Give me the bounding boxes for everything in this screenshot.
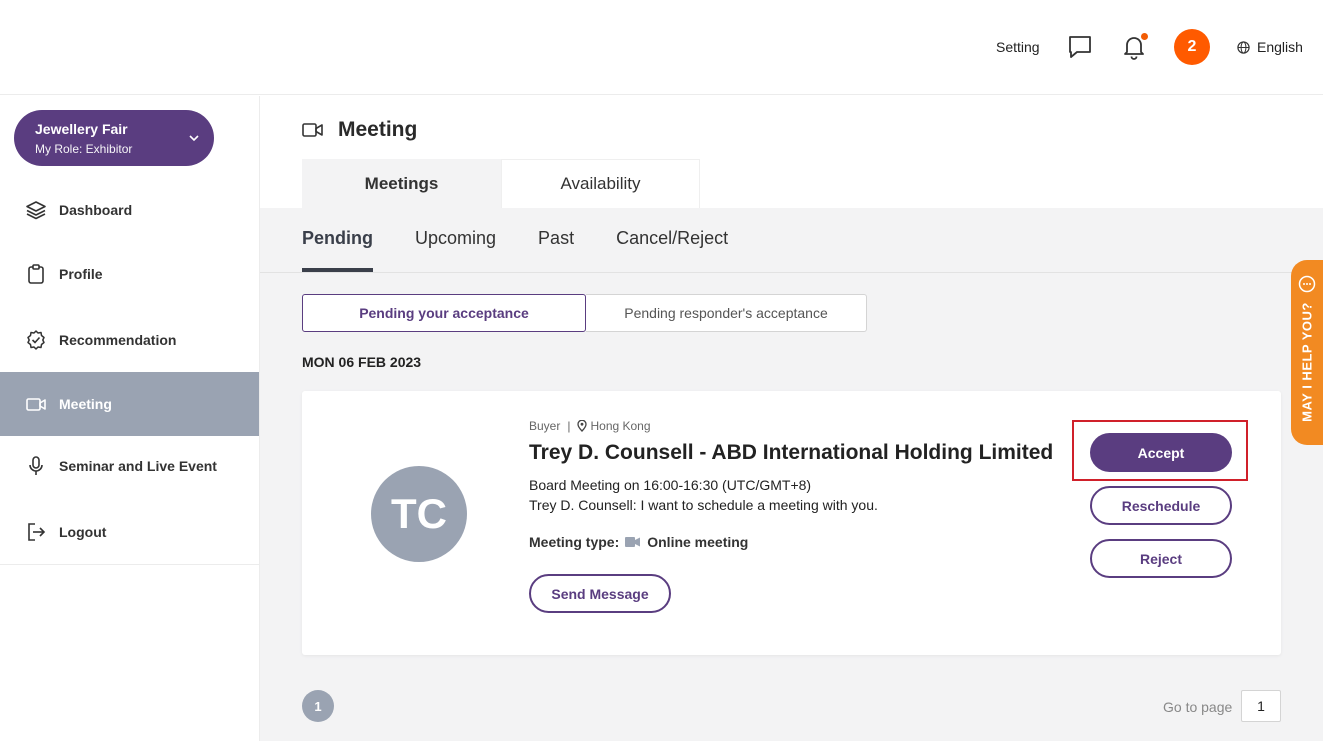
- requester-role: Buyer: [529, 419, 561, 433]
- meeting-schedule: Board Meeting on 16:00-16:30 (UTC/GMT+8): [529, 477, 812, 493]
- tab-availability[interactable]: Availability: [501, 159, 700, 208]
- tab-upcoming[interactable]: Upcoming: [415, 228, 496, 272]
- sidebar-item-label: Profile: [59, 266, 103, 282]
- sidebar-item-label: Logout: [59, 524, 107, 540]
- sidebar-item-label: Recommendation: [59, 332, 177, 348]
- globe-icon: [1237, 40, 1250, 54]
- event-name: Jewellery Fair: [35, 121, 128, 137]
- sidebar-divider: [0, 564, 259, 565]
- video-camera-icon: [302, 123, 323, 137]
- sidebar-item-meeting[interactable]: Meeting: [0, 372, 259, 436]
- video-camera-icon: [625, 537, 641, 547]
- goto-page-input[interactable]: [1241, 690, 1281, 722]
- meeting-type-value: Online meeting: [647, 534, 749, 550]
- status-tabs: Pending Upcoming Past Cancel/Reject: [302, 228, 770, 272]
- reschedule-button[interactable]: Reschedule: [1090, 486, 1232, 525]
- microphone-icon: [29, 456, 43, 475]
- top-header: Setting 2 English: [0, 0, 1323, 95]
- main-content: Meeting Meetings Availability Pending Up…: [260, 96, 1323, 741]
- tabs-divider: [260, 272, 1323, 273]
- map-pin-icon: [577, 420, 588, 432]
- send-message-button[interactable]: Send Message: [529, 574, 671, 613]
- tab-pending[interactable]: Pending: [302, 228, 373, 272]
- video-camera-icon: [26, 398, 46, 411]
- chat-bubble-icon: [1298, 275, 1316, 293]
- sidebar-item-logout[interactable]: Logout: [0, 500, 259, 564]
- pending-your-acceptance-button[interactable]: Pending your acceptance: [302, 294, 586, 332]
- help-tab-label: MAY I HELP YOU?: [1299, 302, 1315, 422]
- sidebar-item-label: Dashboard: [59, 202, 133, 218]
- notification-dot: [1141, 33, 1148, 40]
- page-title-row: Meeting: [302, 118, 417, 142]
- clipboard-icon: [28, 264, 44, 284]
- reject-button[interactable]: Reject: [1090, 539, 1232, 578]
- logout-icon: [28, 523, 46, 541]
- setting-link[interactable]: Setting: [996, 39, 1040, 55]
- sidebar: Jewellery Fair My Role: Exhibitor Dashbo…: [0, 96, 260, 741]
- requester-meta: Buyer | Hong Kong: [529, 419, 651, 433]
- accept-button[interactable]: Accept: [1090, 433, 1232, 472]
- meta-separator: |: [567, 419, 571, 433]
- sidebar-item-label: Seminar and Live Event: [59, 458, 217, 474]
- sidebar-item-label: Meeting: [59, 396, 112, 412]
- acceptance-filter: Pending your acceptance Pending responde…: [302, 294, 867, 332]
- meeting-type: Meeting type: Online meeting: [529, 534, 748, 550]
- requester-location: Hong Kong: [590, 419, 651, 433]
- language-selector[interactable]: English: [1237, 39, 1303, 55]
- tab-past[interactable]: Past: [538, 228, 574, 272]
- notification-count-badge[interactable]: 2: [1174, 29, 1210, 65]
- date-heading: MON 06 FEB 2023: [302, 354, 422, 370]
- language-label: English: [1257, 39, 1303, 55]
- chevron-down-icon: [189, 135, 199, 142]
- badge-check-icon: [27, 330, 45, 350]
- chat-icon[interactable]: [1066, 33, 1094, 61]
- meeting-message: Trey D. Counsell: I want to schedule a m…: [529, 497, 878, 513]
- sidebar-item-recommendation[interactable]: Recommendation: [0, 308, 259, 372]
- tab-cancel-reject[interactable]: Cancel/Reject: [616, 228, 728, 272]
- meeting-type-label: Meeting type:: [529, 534, 620, 550]
- tab-meetings[interactable]: Meetings: [302, 159, 501, 208]
- page-header: Meeting Meetings Availability: [260, 96, 1323, 208]
- event-selector[interactable]: Jewellery Fair My Role: Exhibitor: [14, 110, 214, 166]
- requester-name: Trey D. Counsell - ABD International Hol…: [529, 441, 1054, 464]
- event-role: My Role: Exhibitor: [35, 142, 133, 156]
- sidebar-item-profile[interactable]: Profile: [0, 242, 259, 306]
- sidebar-item-seminar[interactable]: Seminar and Live Event: [0, 434, 259, 498]
- goto-page-label: Go to page: [1163, 699, 1233, 715]
- help-tab[interactable]: MAY I HELP YOU?: [1291, 260, 1323, 445]
- page-title: Meeting: [338, 118, 418, 141]
- layers-icon: [26, 201, 46, 220]
- top-tabs: Meetings Availability: [302, 159, 700, 208]
- meeting-request-card: TC Buyer | Hong Kong Trey D. Counsell - …: [302, 391, 1281, 655]
- pending-responder-acceptance-button[interactable]: Pending responder's acceptance: [586, 294, 867, 332]
- pagination-page-1[interactable]: 1: [302, 690, 334, 722]
- sidebar-item-dashboard[interactable]: Dashboard: [0, 178, 259, 242]
- avatar: TC: [371, 466, 467, 562]
